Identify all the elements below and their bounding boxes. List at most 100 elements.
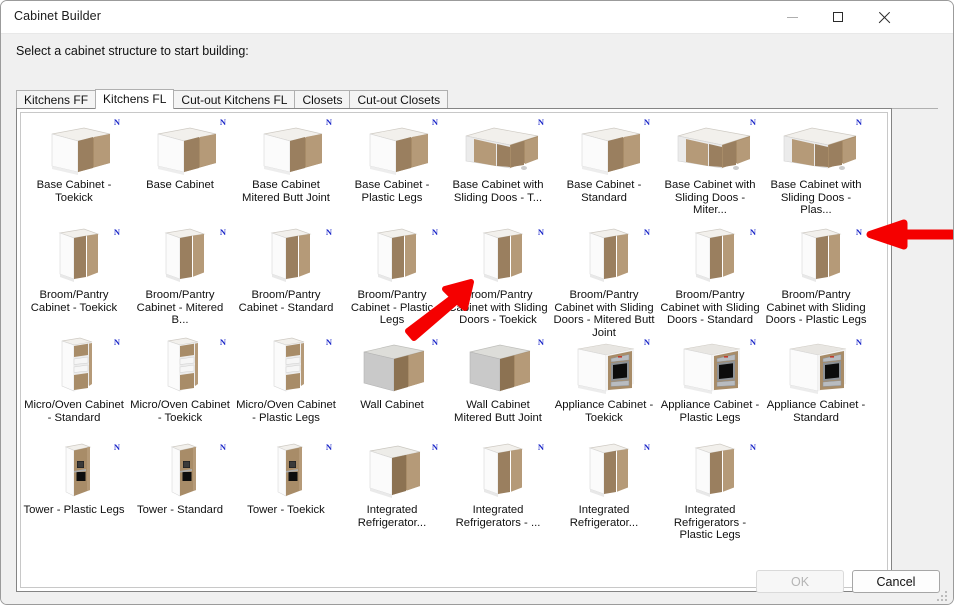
tab-strip: Kitchens FF Kitchens FL Cut-out Kitchens F… [16, 89, 938, 109]
new-badge: N [537, 337, 544, 347]
cabinet-item[interactable]: N Broom/Pantry Cabinet with Sliding Doors… [445, 223, 551, 327]
cabinet-thumbnail-icon [783, 127, 857, 170]
cabinet-thumbnail: N [132, 226, 228, 288]
close-button[interactable] [861, 1, 907, 33]
cabinet-item[interactable]: N Tower - Standard [127, 438, 233, 517]
cabinet-item[interactable]: N Base Cabinet - Standard [551, 113, 657, 204]
cabinet-item-label: Micro/Oven Cabinet - Plastic Legs [236, 399, 336, 424]
maximize-button[interactable] [815, 1, 861, 33]
cabinet-item[interactable]: N Broom/Pantry Cabinet - Toekick [21, 223, 127, 314]
cabinet-item[interactable]: N Integrated Refrigerator... [551, 438, 657, 529]
cabinet-thumbnail-icon [369, 445, 421, 498]
cabinet-item-label: Micro/Oven Cabinet - Standard [24, 399, 124, 424]
cabinet-item[interactable]: N Micro/Oven Cabinet - Standard [21, 333, 127, 424]
cabinet-item-label: Appliance Cabinet - Toekick [554, 399, 654, 424]
cabinet-item-label: Micro/Oven Cabinet - Toekick [130, 399, 230, 424]
cabinet-item[interactable]: N Wall Cabinet [339, 333, 445, 412]
cabinet-thumbnail: N [344, 116, 440, 178]
cabinet-item-label: Broom/Pantry Cabinet with Sliding Doors … [448, 289, 548, 327]
cabinet-item-label: Appliance Cabinet - Plastic Legs [660, 399, 760, 424]
cabinet-thumbnail: N [132, 116, 228, 178]
cabinet-item-label: Base Cabinet [146, 179, 214, 191]
cabinet-item-label: Wall Cabinet [360, 399, 424, 411]
new-badge: N [643, 227, 650, 237]
cabinet-item[interactable]: N Integrated Refrigerator... [339, 438, 445, 529]
tab-closets[interactable]: Closets [294, 90, 351, 108]
cabinet-thumbnail: N [450, 116, 546, 178]
cabinet-thumbnail-icon [683, 343, 741, 394]
cabinet-item-label: Base Cabinet - Standard [566, 179, 642, 204]
tab-kitchens-ff[interactable]: Kitchens FF [16, 90, 97, 108]
cabinet-item-label: Broom/Pantry Cabinet - Toekick [30, 289, 118, 314]
cabinet-item[interactable]: N Base Cabinet with Sliding Doos - Miter.… [657, 113, 763, 217]
cabinet-item[interactable]: N Base Cabinet [127, 113, 233, 192]
cancel-button[interactable]: Cancel [852, 570, 940, 593]
cabinet-thumbnail-icon [577, 343, 635, 394]
cabinet-thumbnail: N [238, 226, 334, 288]
new-badge: N [325, 117, 332, 127]
cabinet-thumbnail-icon [61, 337, 93, 392]
new-badge: N [537, 117, 544, 127]
resize-grip[interactable] [937, 591, 948, 602]
cabinet-thumbnail-icon [376, 228, 418, 282]
cabinet-thumbnail: N [556, 116, 652, 178]
cabinet-item-label: Integrated Refrigerators - Plastic Legs [673, 504, 747, 542]
cabinet-item-label: Wall Cabinet Mitered Butt Joint [454, 399, 542, 424]
cabinet-thumbnail: N [238, 441, 334, 503]
cabinet-item[interactable]: N Broom/Pantry Cabinet - Mitered B... [127, 223, 233, 327]
cabinet-thumbnail-icon [789, 343, 847, 394]
cabinet-item[interactable]: N Integrated Refrigerators - ... [445, 438, 551, 529]
cabinet-thumbnail-icon [157, 127, 217, 175]
cabinet-item[interactable]: N Broom/Pantry Cabinet with Sliding Doors… [657, 223, 763, 327]
cabinet-item-label: Base Cabinet with Sliding Doos - T... [452, 179, 544, 204]
cabinet-item[interactable]: N Micro/Oven Cabinet - Plastic Legs [233, 333, 339, 424]
new-badge: N [749, 117, 756, 127]
dialog-content: Select a cabinet structure to start buil… [1, 34, 953, 604]
new-badge: N [643, 442, 650, 452]
minimize-button[interactable] [769, 1, 815, 33]
cabinet-thumbnail-icon [164, 228, 206, 282]
cabinet-item[interactable]: N Tower - Plastic Legs [21, 438, 127, 517]
cabinet-item[interactable]: N Broom/Pantry Cabinet with Sliding Doors… [551, 223, 657, 339]
cabinet-item[interactable]: N Tower - Toekick [233, 438, 339, 517]
maximize-icon [833, 12, 843, 22]
cabinet-thumbnail: N [344, 336, 440, 398]
cabinet-item-label: Appliance Cabinet - Standard [766, 399, 866, 424]
cabinet-item[interactable]: N Base Cabinet Mitered Butt Joint [233, 113, 339, 204]
tab-cut-out-closets[interactable]: Cut-out Closets [349, 90, 449, 108]
new-badge: N [749, 227, 756, 237]
cabinet-item[interactable]: N Integrated Refrigerators - Plastic Legs [657, 438, 763, 542]
cabinet-item[interactable]: N Base Cabinet - Toekick [21, 113, 127, 204]
cabinet-item[interactable]: N Broom/Pantry Cabinet with Sliding Doors… [763, 223, 869, 327]
new-badge: N [431, 117, 438, 127]
cabinet-thumbnail-icon [51, 127, 111, 175]
ok-button[interactable]: OK [756, 570, 844, 593]
cabinet-item[interactable]: N Broom/Pantry Cabinet - Standard [233, 223, 339, 314]
cabinet-item-label: Base Cabinet with Sliding Doos - Miter..… [664, 179, 756, 217]
cabinet-item[interactable]: N Micro/Oven Cabinet - Toekick [127, 333, 233, 424]
instruction-text: Select a cabinet structure to start buil… [16, 44, 249, 58]
cabinet-item[interactable]: N Base Cabinet with Sliding Doos - Plas..… [763, 113, 869, 217]
cabinet-thumbnail-icon [273, 337, 305, 392]
cabinet-row: N Broom/Pantry Cabinet - Toekick N Broom/Pa… [21, 223, 887, 339]
cabinet-item[interactable]: N Wall Cabinet Mitered Butt Joint [445, 333, 551, 424]
cabinet-item-label: Base Cabinet - Plastic Legs [354, 179, 430, 204]
cabinet-item[interactable]: N Appliance Cabinet - Standard [763, 333, 869, 424]
cabinet-thumbnail: N [26, 441, 122, 503]
tab-kitchens-fl[interactable]: Kitchens FL [95, 89, 175, 109]
cabinet-item[interactable]: N Base Cabinet - Plastic Legs [339, 113, 445, 204]
cabinet-thumbnail: N [238, 116, 334, 178]
cabinet-item-label: Tower - Toekick [247, 504, 325, 516]
cabinet-item[interactable]: N Base Cabinet with Sliding Doos - T... [445, 113, 551, 204]
cabinet-item[interactable]: N Appliance Cabinet - Toekick [551, 333, 657, 424]
dialog-footer: OK Cancel [1, 560, 953, 604]
cabinet-item[interactable]: N Appliance Cabinet - Plastic Legs [657, 333, 763, 424]
new-badge: N [113, 117, 120, 127]
new-badge: N [855, 337, 862, 347]
cabinet-thumbnail-icon [694, 443, 736, 497]
cabinet-item-label: Integrated Refrigerators - ... [455, 504, 541, 529]
cabinet-item-label: Base Cabinet Mitered Butt Joint [242, 179, 330, 204]
tab-cut-out-kitchens-fl[interactable]: Cut-out Kitchens FL [173, 90, 296, 108]
cabinet-item[interactable]: N Broom/Pantry Cabinet - Plastic Legs [339, 223, 445, 327]
new-badge: N [537, 227, 544, 237]
